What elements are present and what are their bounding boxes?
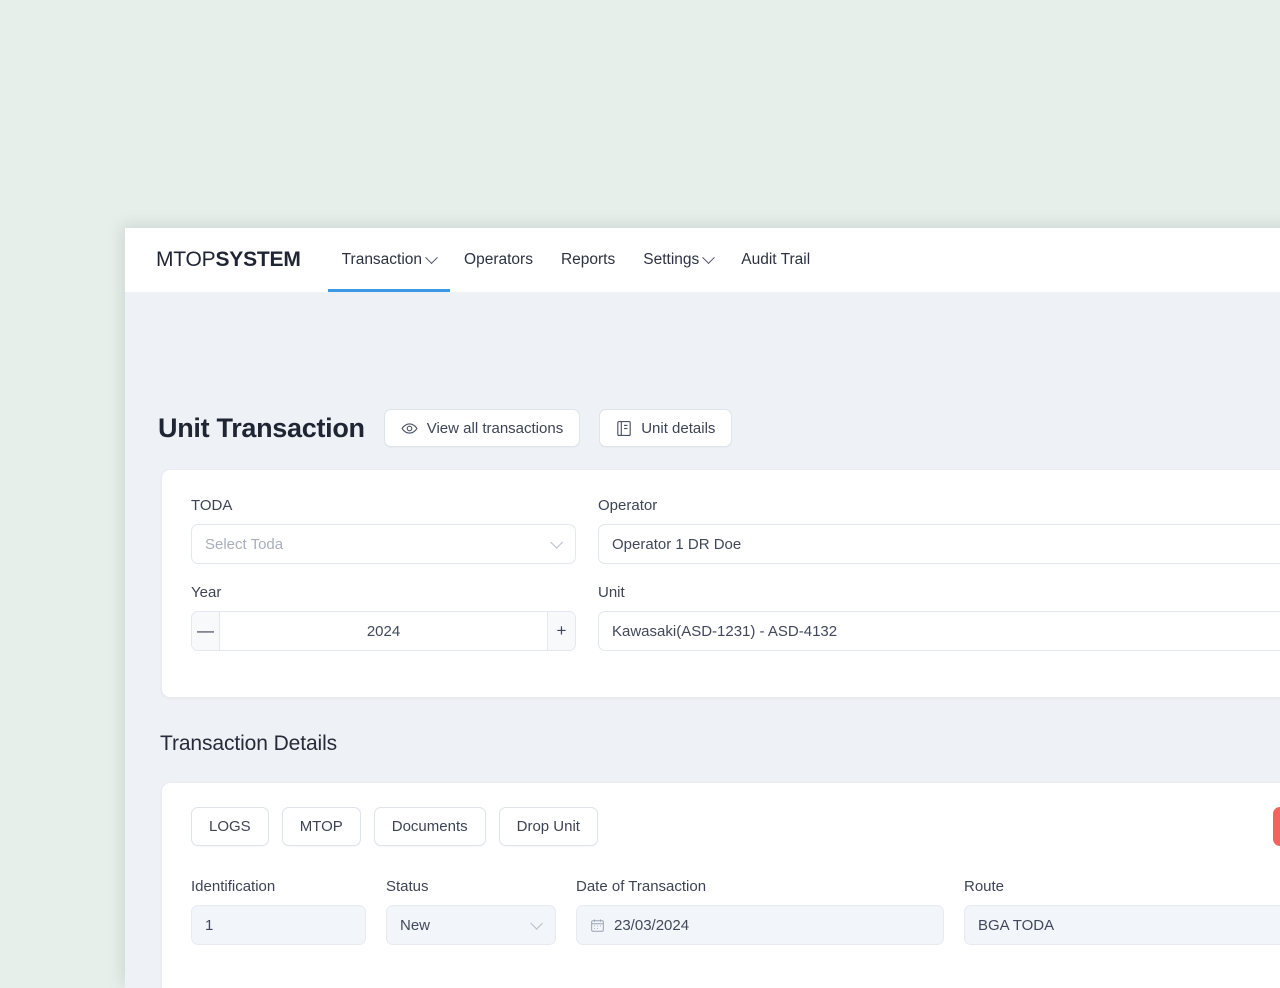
transaction-tab-buttons: LOGS MTOP Documents Drop Unit [191, 807, 598, 846]
year-increment-button[interactable]: + [547, 612, 575, 650]
unit-details-button[interactable]: Unit details [599, 409, 733, 447]
field-route-label: Route [964, 878, 1005, 895]
unit-input-value: Kawasaki(ASD-1231) - ASD-4132 [612, 622, 838, 640]
nav-item-settings[interactable]: Settings [629, 228, 727, 292]
delete-button[interactable]: Delete [1272, 807, 1280, 846]
route-input[interactable]: BGA TODA [964, 905, 1280, 945]
field-date-of-transaction: Date of Transaction 23/03/2024 [576, 878, 944, 945]
unit-form-card: TODA Select Toda Operator Operator 1 DR … [161, 469, 1280, 698]
field-unit: Unit Kawasaki(ASD-1231) - ASD-4132 [598, 584, 1280, 651]
unit-form-grid: TODA Select Toda Operator Operator 1 DR … [191, 497, 1280, 651]
tab-mtop[interactable]: MTOP [281, 807, 361, 846]
book-icon [616, 420, 632, 437]
field-toda: TODA Select Toda [191, 497, 576, 564]
operator-input[interactable]: Operator 1 DR Doe [598, 524, 1280, 564]
nav-item-settings-label: Settings [643, 251, 700, 268]
brand-logo-light: MTOP [156, 248, 216, 271]
nav-item-reports[interactable]: Reports [547, 228, 629, 292]
field-operator: Operator Operator 1 DR Doe [598, 497, 1280, 564]
nav-item-audit-trail[interactable]: Audit Trail [727, 228, 824, 292]
eye-icon [401, 420, 418, 437]
page-title: Unit Transaction [158, 412, 365, 443]
nav-item-transaction-label: Transaction [341, 251, 423, 268]
identification-input-value: 1 [205, 916, 214, 934]
identification-input[interactable]: 1 [191, 905, 366, 945]
nav-item-reports-label: Reports [560, 251, 616, 268]
field-year: Year — 2024 + [191, 584, 576, 651]
brand-logo[interactable]: MTOP SYSTEM [156, 228, 301, 292]
toda-select[interactable]: Select Toda [191, 524, 576, 564]
nav-item-transaction[interactable]: Transaction [327, 228, 451, 292]
transaction-details-grid: Identification 1 Status New Date of Tran… [191, 878, 1280, 945]
route-input-value: BGA TODA [978, 916, 1055, 934]
tab-drop-unit[interactable]: Drop Unit [498, 807, 598, 846]
chevron-down-icon [425, 250, 438, 264]
page-header: Unit Transaction View all transactions U… [158, 409, 733, 447]
unit-details-label: Unit details [641, 419, 716, 437]
transaction-details-card: LOGS MTOP Documents Drop Unit Identifica… [161, 782, 1280, 988]
date-of-transaction-value: 23/03/2024 [614, 916, 690, 934]
view-all-transactions-button[interactable]: View all transactions [383, 409, 581, 447]
status-select[interactable]: New [386, 905, 556, 945]
field-route: Route BGA TODA [964, 878, 1280, 945]
nav-item-audit-trail-label: Audit Trail [741, 251, 811, 268]
year-value[interactable]: 2024 [220, 612, 547, 650]
top-navbar: MTOP SYSTEM Transaction Operators Reports… [125, 228, 1280, 292]
unit-input[interactable]: Kawasaki(ASD-1231) - ASD-4132 [598, 611, 1280, 651]
toda-select-value: Select Toda [205, 535, 284, 553]
field-operator-label: Operator [598, 497, 658, 514]
nav-item-operators-label: Operators [464, 251, 533, 268]
field-status-label: Status [386, 878, 429, 895]
year-stepper[interactable]: — 2024 + [191, 611, 576, 651]
page-body: Admin / Tra Unit Transaction View all tr… [125, 292, 1280, 988]
transaction-details-heading: Transaction Details [160, 732, 338, 755]
chevron-down-icon [702, 250, 716, 264]
transaction-action-buttons: Delete [1272, 807, 1280, 846]
operator-input-value: Operator 1 DR Doe [612, 535, 742, 553]
transaction-details-toolbar: LOGS MTOP Documents Drop Unit [191, 807, 1280, 846]
field-identification-label: Identification [191, 878, 276, 895]
field-date-of-transaction-label: Date of Transaction [576, 878, 707, 895]
view-all-transactions-label: View all transactions [426, 419, 564, 437]
field-year-label: Year [191, 584, 222, 601]
chevron-down-icon [550, 535, 563, 549]
tab-documents[interactable]: Documents [373, 807, 486, 846]
date-of-transaction-input[interactable]: 23/03/2024 [576, 905, 944, 945]
app-window: MTOP SYSTEM Transaction Operators Reports… [125, 228, 1280, 988]
year-decrement-button[interactable]: — [192, 612, 220, 650]
tab-logs[interactable]: LOGS [191, 807, 269, 846]
status-select-value: New [400, 916, 431, 934]
field-status: Status New [386, 878, 556, 945]
nav-items: Transaction Operators Reports Settings A… [327, 228, 825, 292]
brand-logo-bold: SYSTEM [215, 248, 301, 271]
field-identification: Identification 1 [191, 878, 366, 945]
nav-item-operators[interactable]: Operators [450, 228, 547, 292]
field-unit-label: Unit [598, 584, 625, 601]
field-toda-label: TODA [191, 497, 233, 514]
chevron-down-icon [530, 916, 543, 930]
